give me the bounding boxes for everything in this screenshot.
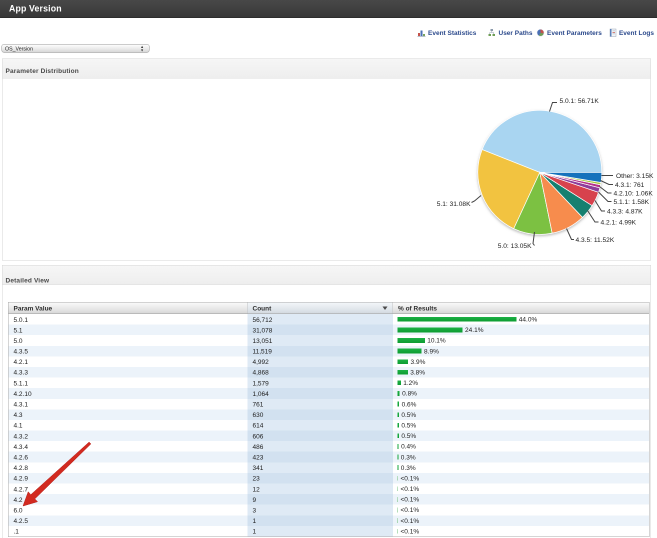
- svg-text:5.0.1: 56.71K: 5.0.1: 56.71K: [560, 98, 600, 105]
- svg-text:4.3.1: 761: 4.3.1: 761: [615, 182, 645, 189]
- svg-text:4.3.5: 11.52K: 4.3.5: 11.52K: [576, 237, 615, 244]
- svg-text:5.0: 13.05K: 5.0: 13.05K: [498, 243, 532, 250]
- svg-text:4.3.3: 4.87K: 4.3.3: 4.87K: [607, 208, 643, 215]
- svg-text:4.2.1: 4.99K: 4.2.1: 4.99K: [601, 219, 637, 226]
- svg-text:Other: 3.15K: Other: 3.15K: [616, 173, 654, 180]
- svg-text:4.2.10: 1.06K: 4.2.10: 1.06K: [614, 190, 654, 197]
- svg-text:5.1: 31.08K: 5.1: 31.08K: [437, 201, 471, 208]
- svg-text:5.1.1: 1.58K: 5.1.1: 1.58K: [614, 199, 650, 206]
